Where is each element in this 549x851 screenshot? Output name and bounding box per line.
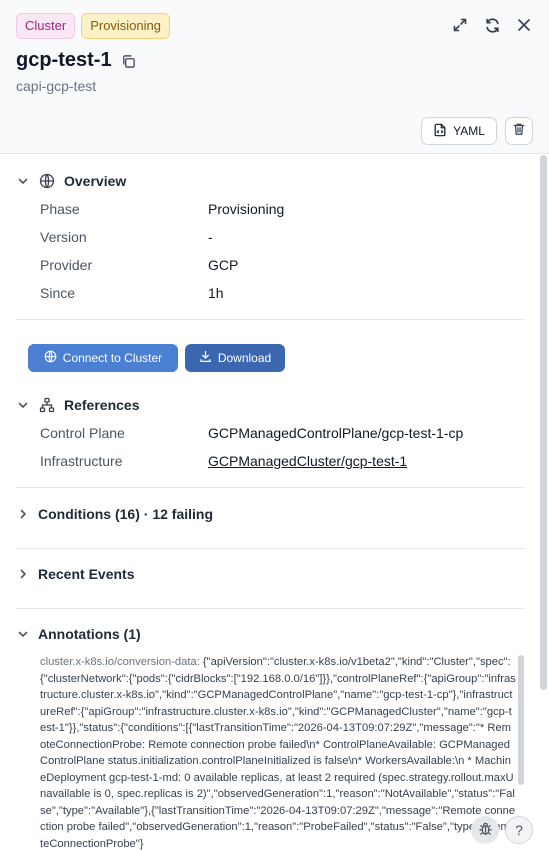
download-icon	[199, 350, 212, 366]
events-section-header[interactable]: Recent Events	[16, 563, 134, 585]
download-button-label: Download	[217, 351, 272, 365]
help-button[interactable]: ?	[505, 816, 533, 844]
divider	[16, 487, 525, 488]
chevron-right-icon	[16, 567, 30, 581]
status-badge: Provisioning	[81, 13, 171, 39]
delete-button[interactable]	[505, 117, 533, 145]
header-actions	[449, 14, 535, 36]
yaml-button[interactable]: YAML	[421, 117, 497, 145]
help-label: ?	[515, 822, 523, 838]
expand-icon[interactable]	[449, 14, 471, 36]
download-button[interactable]: Download	[185, 344, 285, 372]
annotation-value: {"apiVersion":"cluster.x-k8s.io/v1beta2"…	[40, 656, 516, 850]
infrastructure-link[interactable]: GCPManagedCluster/gcp-test-1	[208, 453, 407, 469]
connect-button-label: Connect to Cluster	[62, 351, 163, 365]
kind-badge: Cluster	[16, 13, 76, 39]
control-plane-link[interactable]: GCPManagedControlPlane/gcp-test-1-cp	[208, 425, 463, 441]
events-title: Recent Events	[38, 566, 135, 582]
chevron-down-icon	[16, 398, 30, 412]
kv-key: Since	[40, 285, 76, 301]
bug-report-button[interactable]	[471, 816, 499, 844]
globe-icon	[38, 172, 56, 190]
detail-header: Cluster Provisioning gcp-test-1 capi-gcp…	[0, 0, 549, 154]
hierarchy-icon	[38, 396, 56, 414]
page-title: gcp-test-1	[16, 49, 112, 71]
kv-key: Control Plane	[40, 425, 125, 441]
connect-to-cluster-button[interactable]: Connect to Cluster	[28, 344, 178, 372]
divider	[16, 608, 525, 609]
kv-value: Provisioning	[208, 201, 285, 217]
badge-group: Cluster Provisioning	[16, 13, 171, 39]
annotation-scrollbar[interactable]	[518, 655, 524, 785]
kv-key: Version	[40, 229, 87, 245]
namespace-label: capi-gcp-test	[16, 78, 97, 94]
kv-key: Phase	[40, 201, 80, 217]
trash-icon	[512, 122, 526, 141]
annotation-key: cluster.x-k8s.io/conversion-data:	[40, 656, 200, 668]
conditions-section-header[interactable]: Conditions (16) · 12 failing	[16, 503, 213, 525]
yaml-button-label: YAML	[453, 124, 485, 138]
kv-value: -	[208, 229, 213, 245]
kv-value: GCP	[208, 257, 239, 273]
file-code-icon	[433, 123, 447, 140]
copy-icon[interactable]	[121, 54, 137, 70]
chevron-down-icon	[16, 627, 30, 641]
kv-key: Infrastructure	[40, 453, 123, 469]
annotations-title: Annotations (1)	[38, 626, 141, 642]
annotations-section-header[interactable]: Annotations (1)	[16, 623, 141, 645]
divider	[16, 548, 525, 549]
conditions-title: Conditions (16) · 12 failing	[38, 506, 214, 522]
close-icon[interactable]	[513, 14, 535, 36]
overview-section-header[interactable]: Overview	[16, 170, 126, 192]
kv-value: 1h	[208, 285, 224, 301]
refresh-icon[interactable]	[481, 14, 503, 36]
globe-icon	[44, 350, 57, 366]
kv-key: Provider	[40, 257, 93, 273]
references-section-header[interactable]: References	[16, 394, 140, 416]
main-scrollbar[interactable]	[540, 155, 547, 690]
bug-icon	[478, 821, 493, 839]
divider	[16, 319, 525, 320]
overview-title: Overview	[64, 173, 127, 189]
references-title: References	[64, 397, 140, 413]
chevron-down-icon	[16, 174, 30, 188]
chevron-right-icon	[16, 507, 30, 521]
annotation-entry: cluster.x-k8s.io/conversion-data: {"apiV…	[40, 654, 516, 851]
